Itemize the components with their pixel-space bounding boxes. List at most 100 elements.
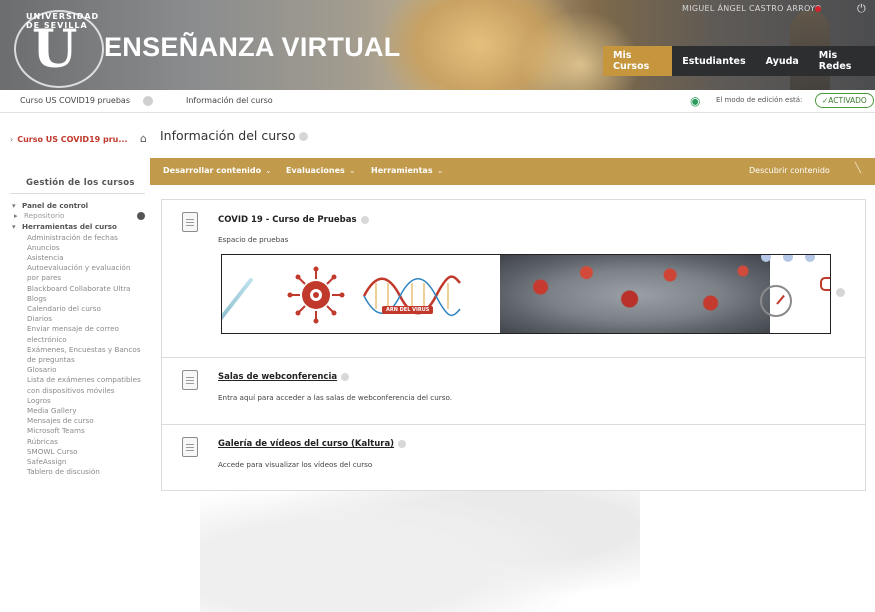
sidebar-item[interactable]: Glosario — [0, 365, 150, 375]
chevron-down-icon: ⌄ — [265, 166, 272, 175]
content-item-description: Accede para visualizar los vídeos del cu… — [218, 460, 373, 469]
sidebar-item-label: Autoevaluación y evaluación por pares — [27, 263, 131, 283]
virus-icon — [287, 266, 345, 324]
sidebar-item[interactable]: Rúbricas — [0, 437, 150, 447]
breadcrumb-current-page: Información del curso — [186, 96, 273, 105]
sidebar-item-label: Lista de exámenes compatibles con dispos… — [27, 375, 141, 395]
sidebar-item-label: Enviar mensaje de correo electrónico — [27, 324, 119, 344]
sidebar-course-link[interactable]: › Curso US COVID19 pru... — [10, 135, 127, 144]
content-item-title[interactable]: COVID 19 - Curso de Pruebas — [218, 215, 369, 225]
sidebar-item-label: Herramientas del curso — [22, 222, 117, 232]
user-name[interactable]: MIGUEL ÁNGEL CASTRO ARROYO — [682, 4, 822, 13]
content-item-description: Entra aquí para acceder a las salas de w… — [218, 393, 453, 402]
expand-arrow-icon[interactable]: › — [10, 135, 13, 144]
item-options-icon[interactable] — [398, 439, 407, 448]
sidebar-item-label: Administración de fechas — [27, 232, 118, 242]
item-options-icon[interactable] — [360, 215, 369, 224]
sidebar-item-label: Rúbricas — [27, 436, 58, 446]
sidebar-item-label: Asistencia — [27, 253, 64, 263]
banner-options-icon[interactable] — [836, 288, 845, 297]
sidebar-item[interactable]: Blogs — [0, 294, 150, 304]
edit-mode-toggle[interactable]: ✓ ACTIVADO — [815, 93, 874, 108]
action-desarrollar-contenido[interactable]: Desarrollar contenido ⌄ — [163, 166, 272, 175]
content-item: COVID 19 - Curso de Pruebas Espacio de p… — [162, 200, 865, 357]
edit-mode-value: ACTIVADO — [828, 96, 867, 105]
action-label: Desarrollar contenido — [163, 166, 262, 175]
content-item-title[interactable]: Salas de webconferencia — [218, 372, 350, 382]
sidebar-item[interactable]: Autoevaluación y evaluación por pares — [0, 263, 150, 283]
sidebar-item[interactable]: Enviar mensaje de correo electrónico — [0, 324, 150, 344]
document-icon — [182, 212, 198, 232]
coronavirus-photo — [500, 255, 770, 333]
tab-estudiantes[interactable]: Estudiantes — [672, 46, 756, 76]
action-evaluaciones[interactable]: Evaluaciones ⌄ — [286, 166, 355, 175]
action-bar: Desarrollar contenido ⌄ Evaluaciones ⌄ Her… — [150, 158, 875, 185]
sidebar-item[interactable]: Asistencia — [0, 253, 150, 263]
sidebar-item-label: Anuncios — [27, 242, 60, 252]
document-icon — [182, 370, 198, 390]
content-item-title-text: Galería de vídeos del curso (Kaltura) — [218, 439, 395, 449]
notification-dot-icon[interactable] — [815, 6, 821, 12]
content-item: Salas de webconferencia Entra aquí para … — [162, 357, 865, 424]
action-herramientas[interactable]: Herramientas ⌄ — [371, 166, 443, 175]
content-item-title-text: Salas de webconferencia — [218, 372, 338, 382]
syringe-illustration — [222, 277, 254, 321]
sidebar-item[interactable]: Blackboard Collaborate Ultra — [0, 284, 150, 294]
sidebar-item[interactable]: Tablero de discusión — [0, 467, 150, 477]
edit-mode-label: El modo de edición está: — [716, 96, 803, 104]
sidebar-item[interactable]: Diarios — [0, 314, 150, 324]
breadcrumb: Curso US COVID19 pruebas Información del… — [0, 90, 875, 113]
discover-content-button[interactable]: Descubrir contenido — [749, 166, 830, 175]
logout-power-icon[interactable]: ⏻ — [857, 2, 866, 16]
sidebar-item[interactable]: ▸ Repositorio — [0, 211, 150, 221]
sidebar-item[interactable]: Logros — [0, 396, 150, 406]
sidebar-item[interactable]: Calendario del curso — [0, 304, 150, 314]
decorative-dots — [761, 255, 815, 262]
item-options-icon[interactable] — [341, 372, 350, 381]
sidebar-course-name: Curso US COVID19 pru... — [17, 135, 128, 144]
sidebar-item[interactable]: Microsoft Teams — [0, 426, 150, 436]
sidebar-item-label: Blogs — [27, 293, 47, 303]
sidebar-item[interactable]: Mensajes de curso — [0, 416, 150, 426]
sidebar-item[interactable]: ▾ Herramientas del curso — [0, 222, 150, 232]
breadcrumb-course-menu-icon[interactable] — [143, 96, 153, 106]
sidebar-item-label: Media Gallery — [27, 406, 77, 416]
top-navigation: Mis Cursos Estudiantes Ayuda Mis Redes — [603, 46, 875, 76]
sidebar-item-label: Diarios — [27, 314, 53, 324]
chevron-down-icon[interactable]: ▾ — [12, 201, 22, 211]
sidebar-item[interactable]: Administración de fechas — [0, 233, 150, 243]
content-item-description: Espacio de pruebas — [218, 235, 289, 244]
actionbar-edge-icon: ╲ — [855, 163, 862, 174]
tab-mis-redes[interactable]: Mis Redes — [808, 46, 875, 76]
sidebar-item-label: Microsoft Teams — [27, 426, 85, 436]
tab-mis-cursos[interactable]: Mis Cursos — [603, 46, 673, 76]
sidebar-item[interactable]: Lista de exámenes compatibles con dispos… — [0, 375, 150, 395]
action-label: Herramientas — [371, 166, 433, 175]
sidebar-item[interactable]: ▾ Panel de control — [0, 201, 150, 211]
banner-edge-mark — [820, 277, 830, 291]
page-title-text: Información del curso — [160, 128, 296, 143]
sidebar-item-label: Blackboard Collaborate Ultra — [27, 283, 131, 293]
sidebar-menu: ▾ Panel de control ▸ Repositorio ▾ Herramient… — [0, 200, 150, 477]
gear-icon[interactable] — [137, 212, 145, 221]
breadcrumb-course[interactable]: Curso US COVID19 pruebas — [20, 96, 130, 105]
sidebar-item[interactable]: SafeAssign — [0, 457, 150, 467]
course-home-icon[interactable]: ⌂ — [140, 132, 147, 145]
sidebar-item[interactable]: Media Gallery — [0, 406, 150, 416]
sidebar-section-heading: Gestión de los cursos — [26, 178, 135, 188]
chevron-down-icon: ⌄ — [436, 166, 444, 175]
chevron-down-icon[interactable]: ▾ — [12, 222, 22, 232]
sidebar-item[interactable]: Anuncios — [0, 243, 150, 253]
sidebar-item[interactable]: Exámenes, Encuestas y Bancos de pregunta… — [0, 345, 150, 365]
page-title-options-icon[interactable] — [299, 132, 309, 141]
student-preview-eye-icon[interactable]: ◉ — [690, 94, 700, 108]
university-logo[interactable]: UNIVERSIDAD DE SEVILLA U — [14, 10, 104, 88]
chevron-down-icon: ⌄ — [348, 166, 356, 175]
content-item-title-text: COVID 19 - Curso de Pruebas — [218, 215, 357, 225]
chevron-right-icon[interactable]: ▸ — [14, 211, 24, 221]
content-item-title[interactable]: Galería de vídeos del curso (Kaltura) — [218, 439, 407, 449]
site-header: UNIVERSIDAD DE SEVILLA U ENSEÑANZA VIRTU… — [0, 0, 875, 90]
sidebar-item[interactable]: SMOWL Curso — [0, 447, 150, 457]
action-label: Evaluaciones — [286, 166, 345, 175]
tab-ayuda[interactable]: Ayuda — [755, 46, 809, 76]
